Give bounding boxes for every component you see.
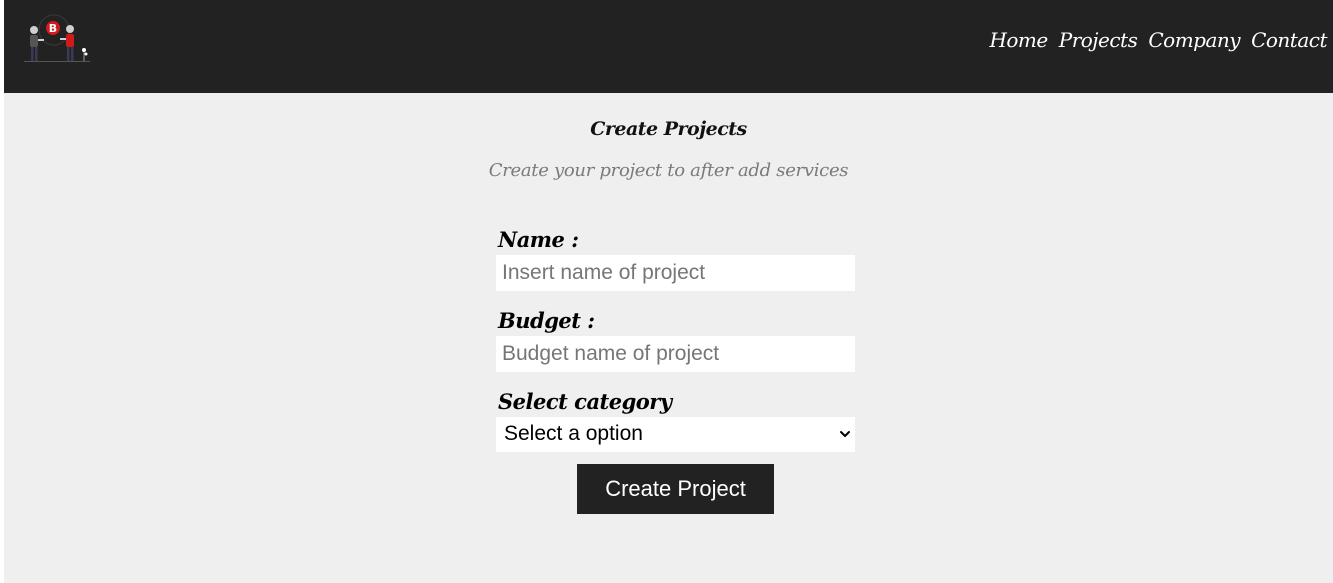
navbar: B Home Projects Company Contact xyxy=(4,0,1333,93)
category-label: Select category xyxy=(498,389,672,414)
create-project-button[interactable]: Create Project xyxy=(577,464,774,514)
category-select-value: Select a option xyxy=(504,422,643,445)
nav-link-home[interactable]: Home xyxy=(989,28,1048,52)
create-project-form: Name : Budget : Select category Select a… xyxy=(496,224,855,514)
name-label: Name : xyxy=(498,227,579,252)
budget-input[interactable] xyxy=(496,336,855,372)
budget-label: Budget : xyxy=(498,308,595,333)
nav-link-projects[interactable]: Projects xyxy=(1059,28,1138,52)
nav-link-company[interactable]: Company xyxy=(1148,28,1240,52)
name-input[interactable] xyxy=(496,255,855,291)
page-subtitle: Create your project to after add service… xyxy=(488,160,849,181)
nav-link-contact[interactable]: Contact xyxy=(1251,28,1327,52)
submit-row: Create Project xyxy=(496,464,855,514)
chevron-down-icon xyxy=(839,427,851,441)
page: B Home Projects Company Contact Create P… xyxy=(4,0,1333,583)
category-select[interactable]: Select a option xyxy=(496,417,855,452)
svg-text:B: B xyxy=(49,22,57,35)
page-title: Create Projects xyxy=(590,118,747,140)
logo-icon[interactable]: B xyxy=(22,14,92,66)
nav-links: Home Projects Company Contact xyxy=(989,28,1327,52)
